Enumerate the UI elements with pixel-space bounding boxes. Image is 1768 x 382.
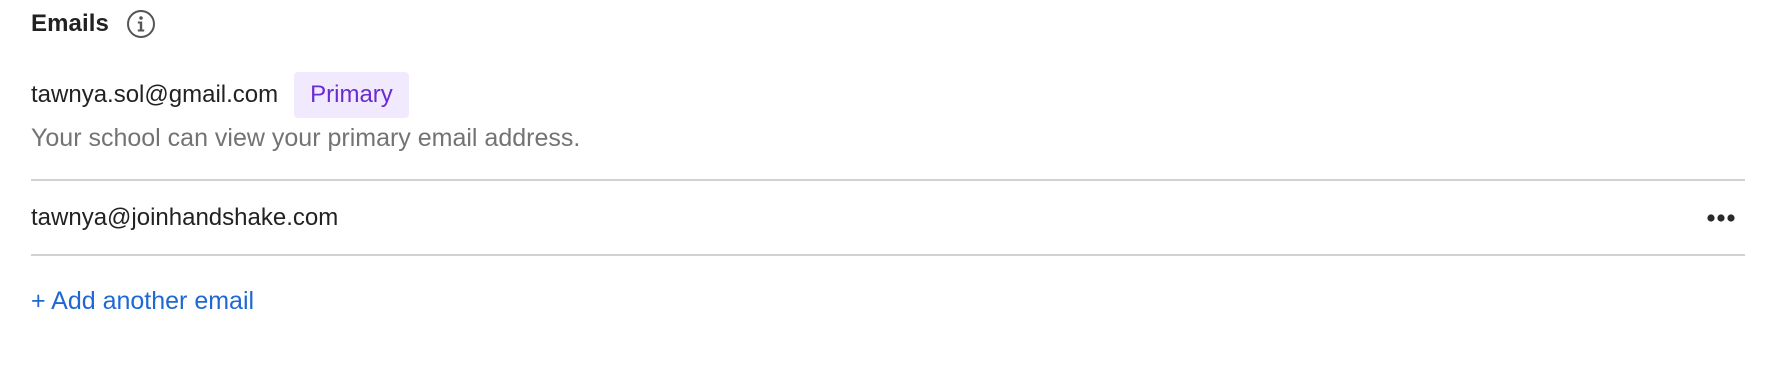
emails-header: Emails — [31, 8, 157, 40]
more-horizontal-icon — [1707, 213, 1735, 222]
primary-email: tawnya.sol@gmail.com — [31, 81, 279, 108]
primary-helper-text: Your school can view your primary email … — [31, 124, 581, 152]
section-title: Emails — [31, 10, 109, 37]
primary-email-row: tawnya.sol@gmail.com Primary — [31, 72, 409, 118]
emails-section: Emails tawnya.sol@gmail.com Primary Your… — [0, 0, 1768, 382]
secondary-email: tawnya@joinhandshake.com — [31, 203, 339, 231]
divider — [31, 254, 1745, 256]
info-circle-icon[interactable] — [125, 8, 157, 40]
more-options-button[interactable] — [1701, 198, 1741, 238]
add-email-link[interactable]: + Add another email — [31, 287, 254, 316]
secondary-email-row: tawnya@joinhandshake.com — [31, 181, 1745, 254]
primary-badge: Primary — [294, 72, 409, 118]
